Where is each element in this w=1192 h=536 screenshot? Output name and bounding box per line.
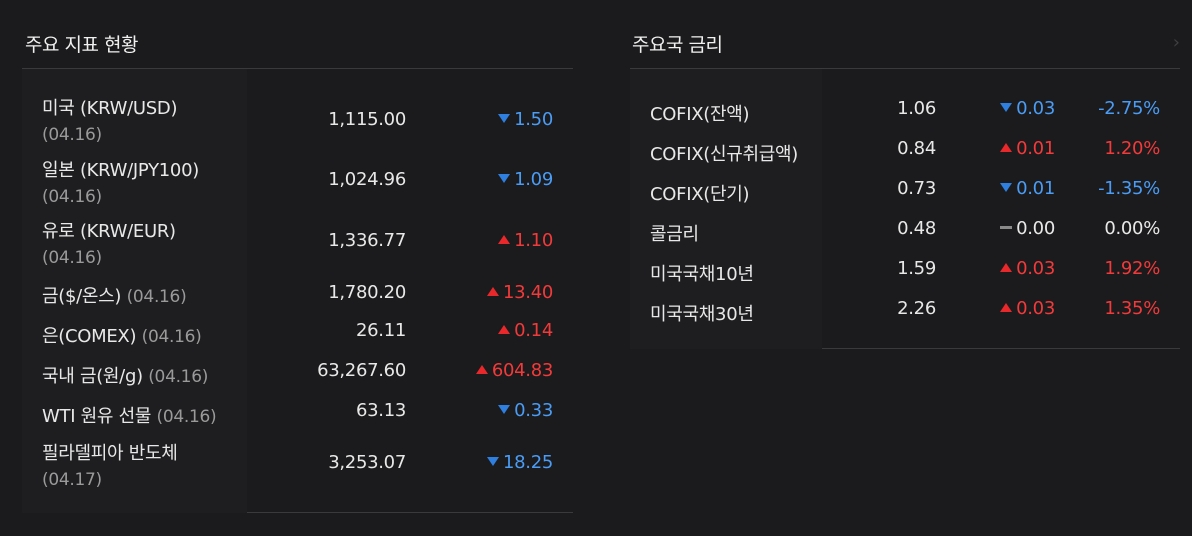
rate-change: 0.03 bbox=[1000, 258, 1055, 279]
indicator-row-usd[interactable]: 미국 (KRW/USD) (04.16) 1,115.00 1.50 bbox=[22, 91, 573, 151]
rate-change-percent: -2.75% bbox=[1098, 98, 1160, 119]
indicator-change: 1.10 bbox=[498, 230, 553, 251]
indicator-row-sox[interactable]: 필라델피아 반도체 (04.17) 3,253.07 18.25 bbox=[22, 436, 573, 496]
unchanged-dash-icon bbox=[1000, 226, 1013, 229]
rate-change: 0.03 bbox=[1000, 98, 1055, 119]
indicator-value: 1,780.20 bbox=[328, 282, 406, 303]
indicator-name: 미국 (KRW/USD) bbox=[42, 98, 178, 119]
indicator-row-jpy[interactable]: 일본 (KRW/JPY100) (04.16) 1,024.96 1.09 bbox=[22, 153, 573, 213]
indicator-change: 1.09 bbox=[498, 169, 553, 190]
indicator-value: 63.13 bbox=[355, 400, 406, 421]
indicator-name: WTI 원유 선물 bbox=[42, 406, 152, 427]
indicator-name: 국내 금(원/g) bbox=[42, 366, 143, 387]
indicator-date: (04.16) bbox=[42, 125, 102, 145]
indicator-name: 유로 (KRW/EUR) bbox=[42, 221, 176, 242]
up-arrow-icon bbox=[498, 325, 511, 334]
rate-change-percent: 1.35% bbox=[1104, 298, 1160, 319]
indicator-row-gold[interactable]: 금($/온스) (04.16) 1,780.20 13.40 bbox=[22, 279, 573, 315]
rate-change: 0.00 bbox=[1000, 218, 1055, 239]
indicator-change: 0.14 bbox=[498, 320, 553, 341]
rate-row-cofix-balance[interactable]: COFIX(잔액) 1.06 0.03 -2.75% bbox=[630, 97, 1180, 133]
indicator-change: 604.83 bbox=[475, 360, 553, 381]
indicator-value: 1,115.00 bbox=[328, 109, 406, 130]
rate-name: 콜금리 bbox=[650, 224, 699, 245]
rate-name: 미국국채30년 bbox=[650, 304, 754, 325]
rate-change: 0.03 bbox=[1000, 298, 1055, 319]
rate-name: 미국국채10년 bbox=[650, 264, 754, 285]
indicator-name: 필라델피아 반도체 bbox=[42, 443, 178, 464]
indicator-value: 26.11 bbox=[355, 320, 406, 341]
down-arrow-icon bbox=[498, 174, 511, 183]
key-indicators-title: 주요 지표 현황 bbox=[22, 0, 573, 69]
up-arrow-icon bbox=[1000, 303, 1013, 312]
indicator-change: 0.33 bbox=[498, 400, 553, 421]
rate-value: 1.59 bbox=[897, 258, 936, 279]
rate-row-us-10y[interactable]: 미국국채10년 1.59 0.03 1.92% bbox=[630, 257, 1180, 293]
up-arrow-icon bbox=[498, 235, 511, 244]
indicator-row-domestic-gold[interactable]: 국내 금(원/g) (04.16) 63,267.60 604.83 bbox=[22, 360, 573, 396]
rate-change: 0.01 bbox=[1000, 138, 1055, 159]
indicator-date: (04.16) bbox=[141, 327, 202, 347]
indicator-date: (04.16) bbox=[148, 367, 209, 387]
up-arrow-icon bbox=[486, 287, 499, 296]
indicator-change: 13.40 bbox=[486, 282, 553, 303]
indicator-value: 63,267.60 bbox=[317, 360, 406, 381]
key-indicators-table: 미국 (KRW/USD) (04.16) 1,115.00 1.50 일본 (K… bbox=[22, 69, 573, 513]
rate-row-cofix-short[interactable]: COFIX(단기) 0.73 0.01 -1.35% bbox=[630, 177, 1180, 213]
interest-rates-panel: 주요국 금리 › COFIX(잔액) 1.06 0.03 -2.75% COFI… bbox=[630, 0, 1180, 349]
down-arrow-icon bbox=[498, 114, 511, 123]
rate-name: COFIX(단기) bbox=[650, 184, 750, 205]
rate-value: 0.73 bbox=[897, 178, 936, 199]
indicator-name: 일본 (KRW/JPY100) bbox=[42, 160, 199, 181]
indicator-date: (04.16) bbox=[126, 287, 187, 307]
interest-rates-title: 주요국 금리 bbox=[630, 0, 1180, 69]
down-arrow-icon bbox=[498, 405, 511, 414]
indicator-name: 금($/온스) bbox=[42, 286, 122, 307]
indicator-value: 3,253.07 bbox=[328, 452, 406, 473]
up-arrow-icon bbox=[1000, 263, 1013, 272]
indicator-row-eur[interactable]: 유로 (KRW/EUR) (04.16) 1,336.77 1.10 bbox=[22, 214, 573, 274]
rate-value: 2.26 bbox=[897, 298, 936, 319]
indicator-date: (04.17) bbox=[42, 470, 102, 490]
rate-change-percent: 1.92% bbox=[1104, 258, 1160, 279]
down-arrow-icon bbox=[486, 457, 499, 466]
rate-row-call-rate[interactable]: 콜금리 0.48 0.00 0.00% bbox=[630, 217, 1180, 253]
indicator-date: (04.16) bbox=[42, 248, 102, 268]
indicator-value: 1,024.96 bbox=[328, 169, 406, 190]
indicator-date: (04.16) bbox=[42, 187, 102, 207]
rate-value: 0.84 bbox=[897, 138, 936, 159]
indicator-change: 18.25 bbox=[486, 452, 553, 473]
indicator-row-silver[interactable]: 은(COMEX) (04.16) 26.11 0.14 bbox=[22, 319, 573, 355]
rate-row-us-30y[interactable]: 미국국채30년 2.26 0.03 1.35% bbox=[630, 297, 1180, 333]
indicator-change: 1.50 bbox=[498, 109, 553, 130]
rate-value: 1.06 bbox=[897, 98, 936, 119]
chevron-right-icon[interactable]: › bbox=[1173, 32, 1180, 53]
rate-change: 0.01 bbox=[1000, 178, 1055, 199]
indicator-name: 은(COMEX) bbox=[42, 326, 137, 347]
rate-name: COFIX(잔액) bbox=[650, 104, 750, 125]
up-arrow-icon bbox=[475, 365, 488, 374]
up-arrow-icon bbox=[1000, 143, 1013, 152]
rate-value: 0.48 bbox=[897, 218, 936, 239]
rate-name: COFIX(신규취급액) bbox=[650, 144, 798, 165]
indicator-value: 1,336.77 bbox=[328, 230, 406, 251]
interest-rates-table: COFIX(잔액) 1.06 0.03 -2.75% COFIX(신규취급액) … bbox=[630, 69, 1180, 349]
indicator-date: (04.16) bbox=[156, 407, 217, 427]
key-indicators-panel: 주요 지표 현황 미국 (KRW/USD) (04.16) 1,115.00 1… bbox=[22, 0, 573, 513]
rate-change-percent: 0.00% bbox=[1104, 218, 1160, 239]
down-arrow-icon bbox=[1000, 103, 1013, 112]
down-arrow-icon bbox=[1000, 183, 1013, 192]
rate-change-percent: 1.20% bbox=[1104, 138, 1160, 159]
rate-row-cofix-new[interactable]: COFIX(신규취급액) 0.84 0.01 1.20% bbox=[630, 137, 1180, 173]
indicator-row-wti[interactable]: WTI 원유 선물 (04.16) 63.13 0.33 bbox=[22, 400, 573, 436]
rate-change-percent: -1.35% bbox=[1098, 178, 1160, 199]
